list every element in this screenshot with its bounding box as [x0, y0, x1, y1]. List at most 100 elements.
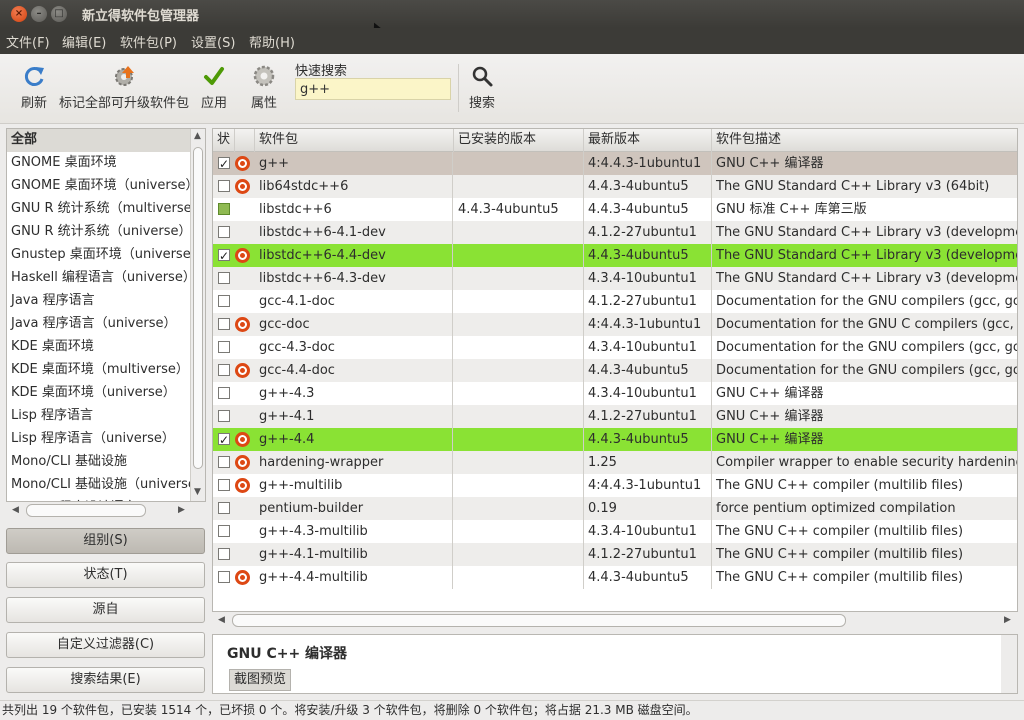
mark-checkbox[interactable] — [218, 318, 230, 330]
table-row[interactable]: libstdc++6-4.3-dev 4.3.4-10ubuntu1 The GNU… — [213, 267, 1017, 290]
column-installed-header[interactable]: 已安装的版本 — [454, 129, 584, 152]
package-description: The GNU Standard C++ Library v3 (develop… — [716, 271, 1017, 286]
mark-checkbox[interactable] — [218, 410, 230, 422]
filter-search-results-button[interactable]: 搜索结果(E) — [6, 667, 205, 693]
category-item[interactable]: GNU R 统计系统（multiverse） — [7, 198, 190, 221]
scroll-left-arrow-icon[interactable]: ◀ — [218, 615, 225, 625]
mark-checkbox[interactable] — [218, 479, 230, 491]
table-row[interactable]: g++-4.3-multilib 4.3.4-10ubuntu1 The GNU C… — [213, 520, 1017, 543]
mark-checkbox[interactable] — [218, 364, 230, 376]
category-item[interactable]: KDE 桌面环境（universe） — [7, 382, 190, 405]
properties-button[interactable]: 属性 — [248, 64, 280, 111]
table-row[interactable]: hardening-wrapper 1.25 Compiler wrapper to… — [213, 451, 1017, 474]
column-icon-header[interactable] — [235, 129, 255, 152]
table-row[interactable]: g++-4.4 4.4.3-4ubuntu5 GNU C++ 编译器 — [213, 428, 1017, 451]
filter-origin-button[interactable]: 源自 — [6, 597, 205, 623]
mark-checkbox[interactable] — [218, 245, 230, 267]
category-hscroll-thumb[interactable] — [26, 504, 146, 517]
column-package-header[interactable]: 软件包 — [255, 129, 454, 152]
category-item[interactable]: KDE 桌面环境 — [7, 336, 190, 359]
menu-file[interactable]: 文件(F) — [6, 32, 50, 51]
category-vertical-scrollbar[interactable]: ▲ ▼ — [190, 129, 205, 501]
table-row[interactable]: g++-4.1 4.1.2-27ubuntu1 GNU C++ 编译器 — [213, 405, 1017, 428]
category-item[interactable]: Java 程序语言 — [7, 290, 190, 313]
details-vertical-scrollbar[interactable] — [1001, 635, 1017, 693]
table-row[interactable]: g++-multilib 4:4.4.3-1ubuntu1 The GNU C++ … — [213, 474, 1017, 497]
package-hscroll-thumb[interactable] — [232, 614, 846, 627]
category-item[interactable]: Mono/CLI 基础设施 — [7, 451, 190, 474]
support-icon-cell — [235, 474, 255, 497]
minimize-window-button[interactable]: – — [31, 6, 47, 22]
mark-checkbox[interactable] — [218, 203, 230, 215]
quick-search-input[interactable] — [295, 78, 451, 100]
mark-checkbox[interactable] — [218, 153, 230, 175]
mark-checkbox[interactable] — [218, 272, 230, 284]
scroll-up-arrow-icon[interactable]: ▲ — [194, 131, 201, 141]
table-row[interactable]: lib64stdc++6 4.4.3-4ubuntu5 The GNU Standa… — [213, 175, 1017, 198]
mark-checkbox[interactable] — [218, 295, 230, 307]
menu-package[interactable]: 软件包(P) — [120, 32, 177, 51]
filter-group-button[interactable]: 组别(S) — [6, 528, 205, 554]
table-row[interactable]: gcc-4.4-doc 4.4.3-4ubuntu5 Documentation f… — [213, 359, 1017, 382]
filter-status-button[interactable]: 状态(T) — [6, 562, 205, 588]
category-item[interactable]: Lisp 程序语言 — [7, 405, 190, 428]
mark-checkbox[interactable] — [218, 180, 230, 192]
table-row[interactable]: pentium-builder 0.19 force pentium optimiz… — [213, 497, 1017, 520]
category-item[interactable]: KDE 桌面环境（multiverse） — [7, 359, 190, 382]
category-all[interactable]: 全部 — [7, 129, 190, 152]
scroll-left-arrow-icon[interactable]: ◀ — [12, 505, 19, 515]
category-item[interactable]: Lisp 程序语言（universe） — [7, 428, 190, 451]
column-description-header[interactable]: 软件包描述 — [712, 129, 1017, 152]
table-row[interactable]: libstdc++6-4.1-dev 4.1.2-27ubuntu1 The GNU… — [213, 221, 1017, 244]
status-cell — [213, 198, 235, 221]
table-row[interactable]: g++ 4:4.4.3-1ubuntu1 GNU C++ 编译器 — [213, 152, 1017, 175]
category-item[interactable]: Java 程序语言（universe） — [7, 313, 190, 336]
package-horizontal-scrollbar[interactable]: ◀ ▶ — [212, 612, 1018, 630]
mark-checkbox[interactable] — [218, 525, 230, 537]
table-row[interactable]: libstdc++6 4.4.3-4ubuntu5 4.4.3-4ubuntu5 GN… — [213, 198, 1017, 221]
table-row[interactable]: libstdc++6-4.4-dev 4.4.3-4ubuntu5 The GNU … — [213, 244, 1017, 267]
menu-edit[interactable]: 编辑(E) — [62, 32, 106, 51]
latest-version: 4:4.4.3-1ubuntu1 — [584, 313, 712, 336]
scroll-down-arrow-icon[interactable]: ▼ — [194, 487, 201, 497]
column-status-header[interactable]: 状 — [213, 129, 235, 152]
category-item[interactable]: GNOME 桌面环境（universe） — [7, 175, 190, 198]
package-name: g++-4.1-multilib — [255, 543, 453, 566]
table-row[interactable]: gcc-doc 4:4.4.3-1ubuntu1 Documentation for… — [213, 313, 1017, 336]
table-row[interactable]: g++-4.1-multilib 4.1.2-27ubuntu1 The GNU C… — [213, 543, 1017, 566]
table-row[interactable]: gcc-4.1-doc 4.1.2-27ubuntu1 Documentation … — [213, 290, 1017, 313]
maximize-window-button[interactable]: □ — [51, 6, 67, 22]
category-scroll-thumb[interactable] — [193, 147, 203, 469]
mark-all-upgrades-button[interactable]: 标记全部可升级软件包 — [58, 64, 190, 111]
scroll-right-arrow-icon[interactable]: ▶ — [178, 505, 185, 515]
category-item[interactable]: Mono/CLI 基础设施（universe） — [7, 474, 190, 497]
menu-help[interactable]: 帮助(H) — [249, 32, 295, 51]
scroll-right-arrow-icon[interactable]: ▶ — [1004, 615, 1011, 625]
category-item[interactable]: Haskell 编程语言（universe） — [7, 267, 190, 290]
mark-checkbox[interactable] — [218, 429, 230, 451]
mark-checkbox[interactable] — [218, 456, 230, 468]
category-horizontal-scrollbar[interactable]: ◀ ▶ — [6, 502, 206, 520]
mark-checkbox[interactable] — [218, 341, 230, 353]
screenshot-preview-tab[interactable]: 截图预览 — [229, 669, 292, 691]
refresh-button[interactable]: 刷新 — [18, 64, 50, 111]
mark-checkbox[interactable] — [218, 502, 230, 514]
table-row[interactable]: g++-4.3 4.3.4-10ubuntu1 GNU C++ 编译器 — [213, 382, 1017, 405]
mark-checkbox[interactable] — [218, 226, 230, 238]
package-description: GNU C++ 编译器 — [716, 156, 824, 171]
mark-checkbox[interactable] — [218, 548, 230, 560]
mark-checkbox[interactable] — [218, 387, 230, 399]
close-window-button[interactable]: × — [11, 6, 27, 22]
menu-settings[interactable]: 设置(S) — [191, 32, 235, 51]
table-row[interactable]: gcc-4.3-doc 4.3.4-10ubuntu1 Documentation … — [213, 336, 1017, 359]
category-item[interactable]: GNOME 桌面环境 — [7, 152, 190, 175]
filter-custom-button[interactable]: 自定义过滤器(C) — [6, 632, 205, 658]
table-row[interactable]: g++-4.4-multilib 4.4.3-4ubuntu5 The GNU C+… — [213, 566, 1017, 589]
category-item[interactable]: GNU R 统计系统（universe） — [7, 221, 190, 244]
ubuntu-logo-icon — [235, 156, 250, 171]
column-latest-header[interactable]: 最新版本 — [584, 129, 712, 152]
apply-button[interactable]: 应用 — [198, 64, 230, 111]
search-button[interactable]: 搜索 — [466, 64, 498, 111]
category-item[interactable]: Gnustep 桌面环境（universe） — [7, 244, 190, 267]
mark-checkbox[interactable] — [218, 571, 230, 583]
